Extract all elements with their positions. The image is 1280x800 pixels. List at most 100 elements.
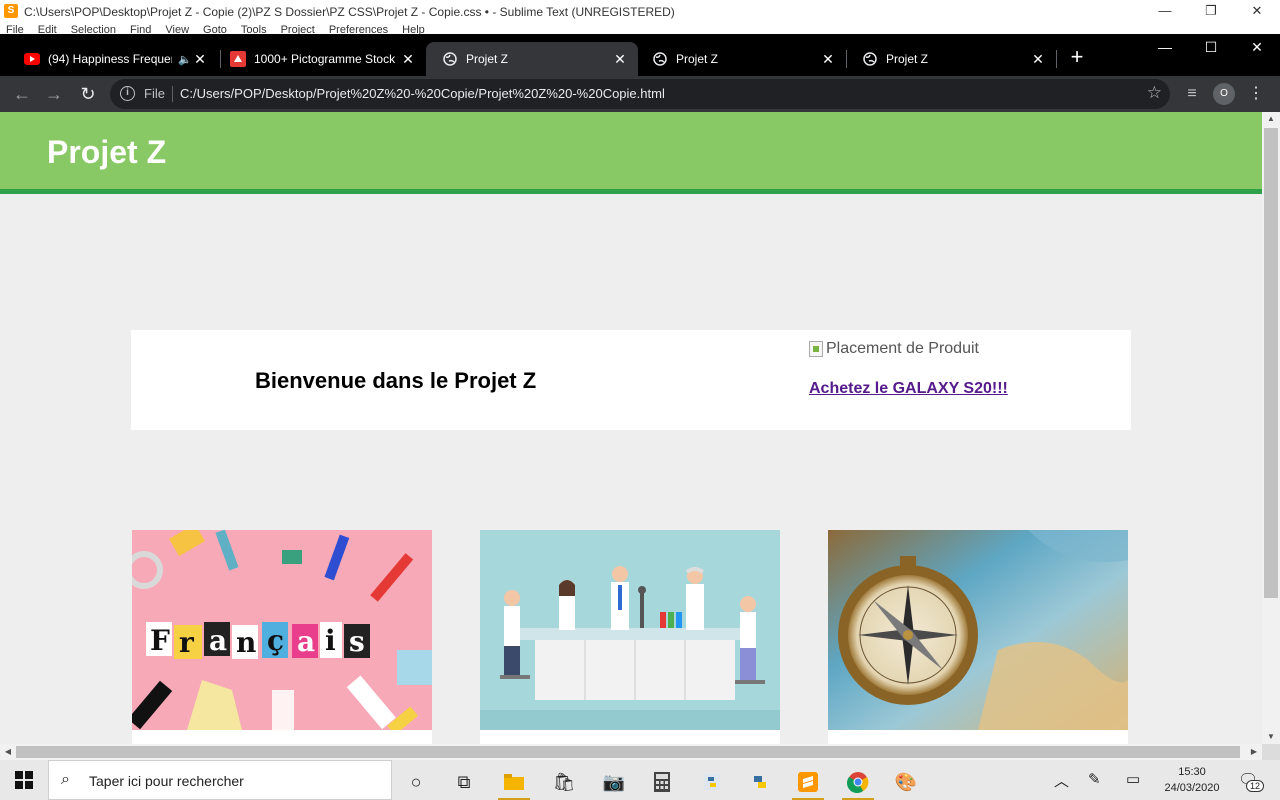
svg-text:F: F (150, 624, 170, 657)
horizontal-scroll-thumb[interactable] (16, 746, 1240, 758)
audio-playing-icon[interactable]: 🔈 (178, 53, 192, 66)
search-icon: ⌕ (61, 771, 70, 788)
kebab-menu-icon[interactable]: ⋮ (1244, 82, 1268, 106)
close-tab-icon[interactable]: ✕ (192, 51, 208, 67)
welcome-panel: Bienvenue dans le Projet Z Placement de … (131, 330, 1131, 430)
camera-icon[interactable]: 📷 (594, 764, 634, 800)
url-text[interactable]: C:/Users/POP/Desktop/Projet%20Z%20-%20Co… (180, 86, 665, 101)
sublime-app-icon: S (4, 4, 18, 18)
compass-map-image (828, 530, 1128, 730)
maximize-button[interactable]: ☐ (1188, 34, 1234, 60)
profile-avatar[interactable]: O (1213, 83, 1235, 105)
windows-taskbar: ⌕ Taper ici pour rechercher ○ ⧉ 🛍 📷 🎨 ︿ … (0, 760, 1280, 800)
sublime-close-button[interactable]: ✕ (1234, 0, 1280, 22)
scroll-down-arrow-icon[interactable]: ▼ (1262, 730, 1280, 744)
menu-file[interactable]: File (6, 24, 24, 34)
menu-view[interactable]: View (165, 24, 189, 34)
svg-text:a: a (297, 625, 315, 658)
browser-toolbar: ← → ↻ i File C:/Users/POP/Desktop/Projet… (0, 76, 1280, 112)
close-tab-icon[interactable]: ✕ (612, 51, 628, 67)
menu-edit[interactable]: Edit (38, 24, 57, 34)
sublime-window-controls: — ❐ ✕ (1142, 0, 1280, 22)
broken-image-icon (809, 341, 823, 357)
info-icon[interactable]: i (120, 86, 135, 101)
cortana-circle-icon[interactable]: ○ (396, 764, 436, 800)
tab-projet-z-2[interactable]: Projet Z ✕ (636, 42, 846, 76)
close-window-button[interactable]: ✕ (1234, 34, 1280, 60)
svg-text:n: n (236, 626, 256, 659)
task-view-icon[interactable]: ⧉ (444, 764, 484, 800)
scroll-up-arrow-icon[interactable]: ▲ (1262, 112, 1280, 126)
system-clock[interactable]: 15:30 24/03/2020 (1162, 764, 1222, 796)
tab-youtube[interactable]: (94) Happiness Frequen 🔈 ✕ (8, 42, 218, 76)
tab-pictogramme[interactable]: 1000+ Pictogramme Stock ✕ (214, 42, 426, 76)
pen-workspace-icon[interactable]: ✎ (1088, 770, 1101, 788)
svg-text:ç: ç (267, 624, 284, 657)
python-idle-icon[interactable] (692, 764, 732, 800)
menu-tools[interactable]: Tools (241, 24, 267, 34)
sublime-minimize-button[interactable]: — (1142, 0, 1188, 22)
forward-arrow-icon[interactable]: → (42, 82, 66, 106)
search-placeholder: Taper ici pour rechercher (89, 773, 244, 789)
windows-logo-icon (15, 771, 33, 789)
browser-tab-strip: (94) Happiness Frequen 🔈 ✕ 1000+ Pictogr… (0, 34, 1280, 76)
globe-icon (442, 51, 458, 67)
scroll-right-arrow-icon[interactable]: ▶ (1246, 744, 1262, 760)
menu-find[interactable]: Find (130, 24, 151, 34)
address-bar[interactable]: i File C:/Users/POP/Desktop/Projet%20Z%2… (110, 79, 1170, 109)
new-tab-button[interactable]: + (1066, 46, 1088, 68)
svg-text:r: r (179, 626, 195, 659)
calculator-icon[interactable] (642, 764, 682, 800)
globe-icon (652, 51, 668, 67)
reload-icon[interactable]: ↻ (76, 82, 100, 106)
menu-preferences[interactable]: Preferences (329, 24, 388, 34)
media-control-icon[interactable]: ≡ (1180, 82, 1204, 106)
welcome-heading: Bienvenue dans le Projet Z (255, 368, 537, 393)
tab-projet-z-active[interactable]: Projet Z ✕ (426, 42, 638, 76)
paint-icon[interactable]: 🎨 (886, 764, 926, 800)
menu-project[interactable]: Project (281, 24, 315, 34)
sublime-menubar: File Edit Selection Find View Goto Tools… (6, 24, 425, 34)
chrome-icon[interactable] (838, 764, 878, 800)
galaxy-s20-link[interactable]: Achetez le GALAXY S20!!! (809, 380, 1008, 398)
vertical-scroll-thumb[interactable] (1264, 128, 1278, 598)
keyboard-display-icon[interactable]: ▭ (1126, 770, 1140, 788)
close-tab-icon[interactable]: ✕ (400, 51, 416, 67)
windows-start-button[interactable] (0, 760, 48, 800)
product-image-alt: Placement de Produit (826, 340, 979, 357)
horizontal-scrollbar[interactable]: ◀ ▶ (0, 744, 1262, 760)
sublime-window-titlebar: S C:\Users\POP\Desktop\Projet Z - Copie … (0, 0, 1280, 34)
menu-selection[interactable]: Selection (71, 24, 116, 34)
close-tab-icon[interactable]: ✕ (1030, 51, 1046, 67)
sublime-text-icon[interactable] (788, 764, 828, 800)
taskbar-search-box[interactable]: ⌕ Taper ici pour rechercher (48, 760, 392, 800)
scrollbar-corner (1262, 744, 1280, 760)
product-placement-image: Placement de Produit (809, 340, 979, 358)
python-icon[interactable] (740, 764, 780, 800)
card-geographie[interactable] (828, 530, 1128, 744)
menu-goto[interactable]: Goto (203, 24, 227, 34)
vertical-scrollbar[interactable]: ▲ ▼ (1262, 112, 1280, 744)
svg-text:s: s (349, 625, 365, 658)
file-explorer-icon[interactable] (494, 764, 534, 800)
menu-help[interactable]: Help (402, 24, 425, 34)
stock-site-icon (230, 51, 246, 67)
browser-window-controls: — ☐ ✕ (1142, 34, 1280, 60)
close-tab-icon[interactable]: ✕ (820, 51, 836, 67)
show-hidden-icons-chevron-icon[interactable]: ︿ (1054, 770, 1069, 791)
card-sciences[interactable] (480, 530, 780, 744)
tab-projet-z-3[interactable]: Projet Z ✕ (846, 42, 1056, 76)
sublime-restore-button[interactable]: ❐ (1188, 0, 1234, 22)
globe-icon (862, 51, 878, 67)
omnibox-divider (172, 86, 173, 102)
microsoft-store-icon[interactable]: 🛍 (544, 764, 584, 800)
clock-date: 24/03/2020 (1164, 782, 1220, 794)
scroll-left-arrow-icon[interactable]: ◀ (0, 744, 16, 760)
site-title: Projet Z (47, 134, 167, 170)
svg-text:a: a (209, 624, 227, 657)
bookmark-star-icon[interactable]: ☆ (1147, 83, 1162, 103)
card-francais[interactable]: F r a n ç a i s (132, 530, 432, 744)
minimize-button[interactable]: — (1142, 34, 1188, 60)
site-header: Projet Z (0, 112, 1262, 194)
back-arrow-icon[interactable]: ← (10, 82, 34, 106)
